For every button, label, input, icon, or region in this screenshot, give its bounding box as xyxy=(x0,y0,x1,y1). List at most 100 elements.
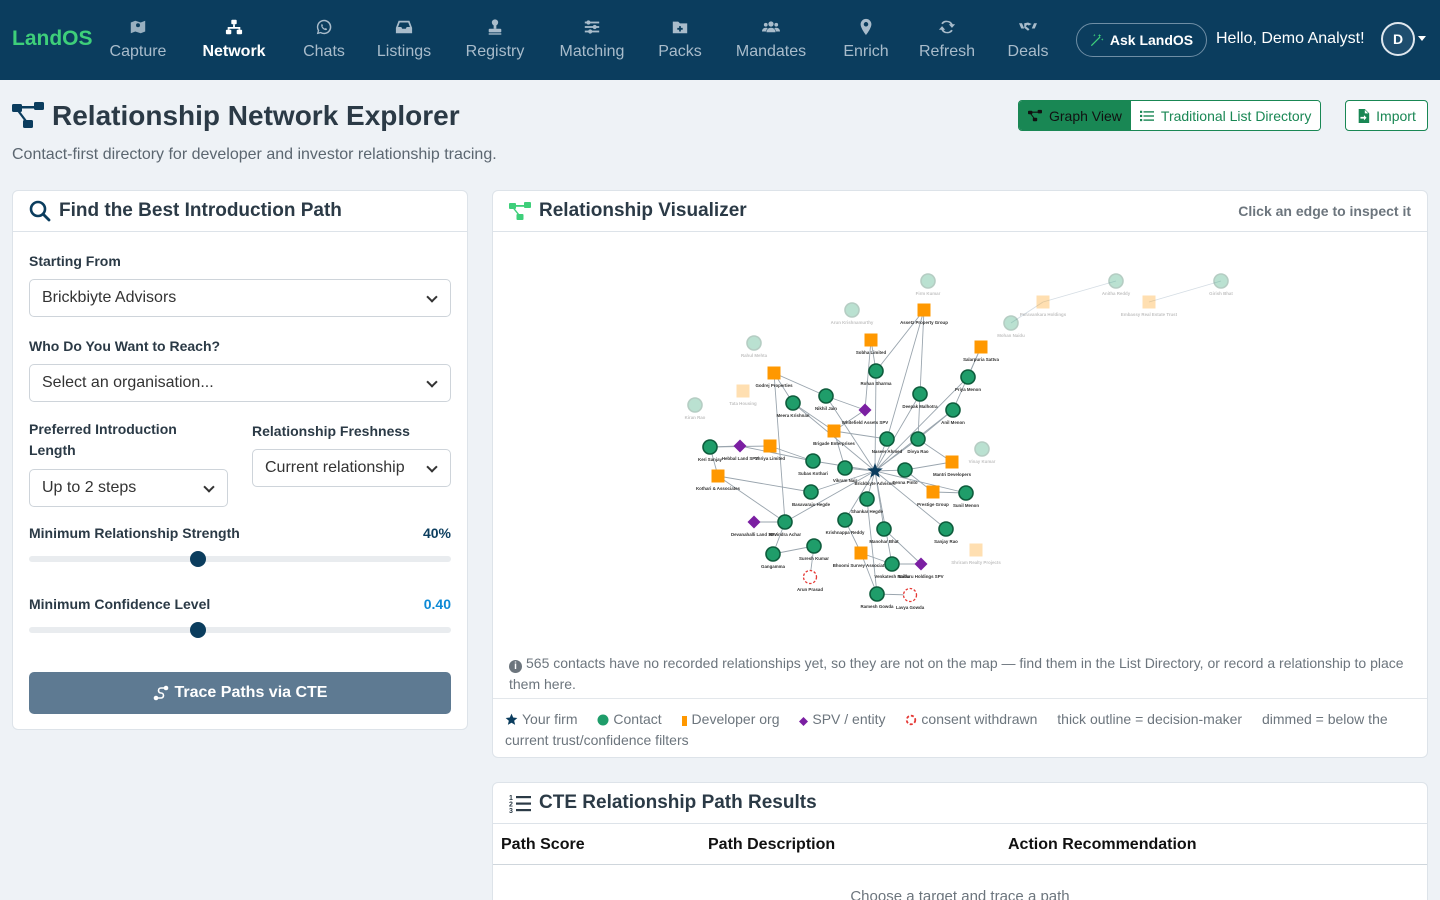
graph-node-contact[interactable]: Deepak Malhotra xyxy=(902,386,938,409)
graph-node-contact[interactable]: Rahul Mehta xyxy=(741,335,768,358)
graph-node-contact[interactable]: Anil Menon xyxy=(941,402,965,425)
graph-node-contact[interactable]: Mohan Naidu xyxy=(997,315,1025,338)
graph-node-contact[interactable]: Priya Menon xyxy=(955,369,981,392)
graph-node-shape[interactable] xyxy=(1213,273,1229,289)
graph-node-contact[interactable]: Manohar Bhat xyxy=(869,521,899,544)
graph-node-contact[interactable]: Vikram Nair xyxy=(833,460,858,483)
graph-node-contact[interactable]: Gangamma xyxy=(761,546,786,569)
graph-node-developer[interactable]: Salarpuria Sattva xyxy=(963,340,999,363)
graph-node-developer[interactable]: Assetz Property Group xyxy=(900,303,948,326)
nav-mandates[interactable]: Mandates xyxy=(733,16,809,66)
graph-view-button[interactable]: Graph View xyxy=(1019,101,1131,130)
graph-edge[interactable] xyxy=(717,475,786,523)
graph-node-shape[interactable] xyxy=(879,431,895,447)
graph-node-shape[interactable] xyxy=(763,439,777,453)
graph-node-contact[interactable]: Basavaraju Hegde xyxy=(792,484,831,507)
nav-registry[interactable]: Registry xyxy=(463,16,527,66)
graph-edge[interactable] xyxy=(833,430,888,440)
graph-node-contact[interactable]: Ravindra Achar xyxy=(769,514,802,537)
graph-node-shape[interactable] xyxy=(733,439,747,453)
nav-chats[interactable]: Chats xyxy=(300,16,348,66)
graph-node-shape[interactable] xyxy=(777,514,793,530)
graph-node-consent[interactable]: Arun Prasad xyxy=(797,569,823,593)
graph-node-shape[interactable] xyxy=(938,521,954,537)
graph-node-contact[interactable]: Fenna Pinto xyxy=(892,462,918,485)
nav-capture[interactable]: Capture xyxy=(108,16,168,66)
freshness-select[interactable]: Current relationship xyxy=(252,449,451,487)
graph-node-shape[interactable] xyxy=(844,302,860,318)
graph-node-shape[interactable] xyxy=(687,397,703,413)
graph-node-shape[interactable] xyxy=(876,521,892,537)
nav-packs[interactable]: Packs xyxy=(656,16,704,66)
graph-node-spv[interactable]: Hebbal Land SPV xyxy=(722,439,758,462)
graph-node-shape[interactable] xyxy=(912,386,928,402)
graph-node-shape[interactable] xyxy=(803,484,819,500)
graph-node-shape[interactable] xyxy=(1142,295,1156,309)
chevron-down-icon[interactable] xyxy=(1418,36,1426,41)
graph-node-contact[interactable]: Anitha Reddy xyxy=(1102,273,1131,296)
nav-enrich[interactable]: Enrich xyxy=(840,16,892,66)
graph-node-shape[interactable] xyxy=(910,431,926,447)
intro-length-select[interactable]: Up to 2 steps xyxy=(29,469,228,507)
graph-node-contact[interactable]: Sanjay Rao xyxy=(934,521,958,544)
graph-node-shape[interactable] xyxy=(827,424,841,438)
confidence-slider-thumb[interactable] xyxy=(189,622,206,638)
nav-network[interactable]: Network xyxy=(199,16,269,66)
graph-node-shape[interactable] xyxy=(902,587,918,603)
confidence-slider[interactable] xyxy=(29,622,451,638)
strength-slider[interactable] xyxy=(29,551,451,567)
graph-node-contact[interactable]: Firm Kumar xyxy=(916,273,941,296)
graph-node-contact[interactable]: Naseer Ahmed xyxy=(872,431,903,454)
graph-node-shape[interactable] xyxy=(960,369,976,385)
graph-node-shape[interactable] xyxy=(767,366,781,380)
graph-node-contact[interactable]: Vinay Kumar xyxy=(969,441,996,464)
starting-from-select[interactable]: Brickbiyte Advisors xyxy=(29,279,451,317)
graph-node-contact[interactable]: Arun Krishnamurthy xyxy=(831,302,874,325)
strength-slider-thumb[interactable] xyxy=(189,551,206,567)
graph-node-shape[interactable] xyxy=(945,402,961,418)
graph-node-developer[interactable]: Kothari & Associates xyxy=(696,469,741,492)
graph-node-shape[interactable] xyxy=(837,460,853,476)
graph-node-shape[interactable] xyxy=(926,485,940,499)
col-action-recommendation[interactable]: Action Recommendation xyxy=(1008,836,1196,854)
graph-node-shape[interactable] xyxy=(785,395,801,411)
graph-node-contact[interactable]: Sunil Menon xyxy=(953,485,979,508)
graph-node-shape[interactable] xyxy=(869,586,885,602)
graph-node-contact[interactable]: Rohan Sharma xyxy=(861,363,893,386)
nav-refresh[interactable]: Refresh xyxy=(916,16,978,66)
graph-node-shape[interactable] xyxy=(747,515,761,529)
graph-node-contact[interactable]: Kiran Rao xyxy=(685,397,706,420)
graph-node-shape[interactable] xyxy=(1108,273,1124,289)
graph-node-shape[interactable] xyxy=(958,485,974,501)
graph-node-spv[interactable]: Whitefield Assets SPV xyxy=(842,403,889,426)
graph-node-contact[interactable]: Girish Bhat xyxy=(1209,273,1233,296)
graph-node-shape[interactable] xyxy=(897,462,913,478)
graph-node-contact[interactable]: Meera Krishnan xyxy=(777,395,810,418)
graph-node-developer[interactable]: Mantri Developers xyxy=(933,455,972,478)
graph-node-shape[interactable] xyxy=(711,469,725,483)
col-path-score[interactable]: Path Score xyxy=(501,836,585,854)
graph-node-developer[interactable]: Sobha Limited xyxy=(856,333,887,356)
graph-node-contact[interactable]: Ramesh Gowda xyxy=(861,586,894,609)
graph-node-developer[interactable]: Prestige Group xyxy=(917,485,949,508)
graph-node-shape[interactable] xyxy=(969,543,983,557)
graph-node-developer[interactable]: Shriram Realty Projects xyxy=(951,543,1001,566)
trace-paths-button[interactable]: Trace Paths via CTE xyxy=(29,672,451,714)
graph-node-shape[interactable] xyxy=(858,403,872,417)
import-button[interactable]: Import xyxy=(1345,100,1428,131)
graph-node-shape[interactable] xyxy=(920,273,936,289)
graph-node-shape[interactable] xyxy=(864,333,878,347)
avatar[interactable]: D xyxy=(1381,22,1415,56)
graph-node-developer[interactable]: Bhoomi Survey Associates xyxy=(833,546,890,569)
graph-node-shape[interactable] xyxy=(837,512,853,528)
graph-node-shape[interactable] xyxy=(945,455,959,469)
nav-matching[interactable]: Matching xyxy=(556,16,628,66)
graph-node-shape[interactable] xyxy=(765,546,781,562)
graph-node-developer[interactable]: Godrej Properties xyxy=(755,366,793,389)
graph-node-shape[interactable] xyxy=(702,439,718,455)
nav-listings[interactable]: Listings xyxy=(374,16,434,66)
graph-node-shape[interactable] xyxy=(1036,295,1050,309)
graph-node-shape[interactable] xyxy=(806,538,822,554)
graph-node-shape[interactable] xyxy=(854,546,868,560)
graph-node-shape[interactable] xyxy=(805,453,821,469)
